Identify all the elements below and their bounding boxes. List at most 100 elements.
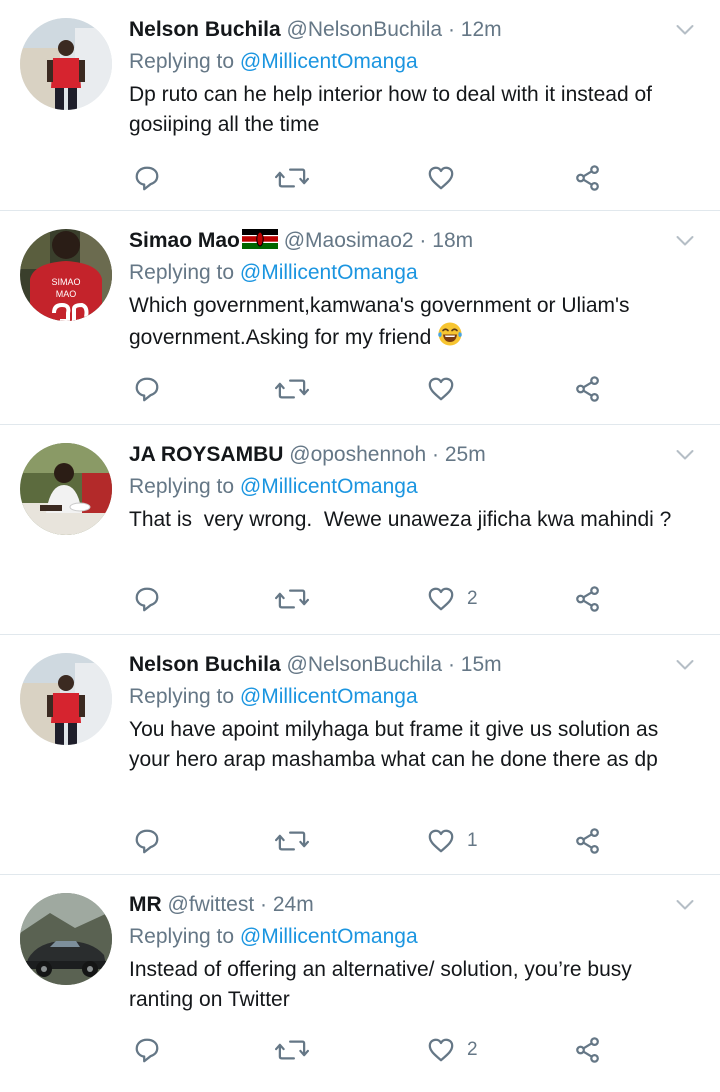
user-handle[interactable]: @fwittest bbox=[168, 893, 255, 916]
user-handle[interactable]: @NelsonBuchila bbox=[287, 653, 443, 676]
like-icon bbox=[427, 375, 455, 403]
replying-to: Replying to @MillicentOmanga bbox=[129, 471, 690, 503]
tweet[interactable]: JA ROYSAMBU @oposhennoh · 25m Replying t… bbox=[0, 425, 720, 635]
like-count: 2 bbox=[467, 1039, 478, 1060]
chevron-down-icon[interactable] bbox=[676, 659, 694, 671]
tweet-header: MR @fwittest · 24m bbox=[129, 889, 690, 921]
action-bar: 2 bbox=[0, 585, 720, 641]
retweet-button[interactable] bbox=[275, 585, 309, 613]
mention-link[interactable]: @MillicentOmanga bbox=[240, 261, 418, 284]
reply-button[interactable] bbox=[133, 164, 161, 192]
tweet-text: You have apoint milyhaga but frame it gi… bbox=[129, 718, 659, 771]
tweet-text: Instead of offering an alternative/ solu… bbox=[129, 958, 632, 1011]
display-name[interactable]: JA ROYSAMBU bbox=[129, 443, 283, 466]
mention-link[interactable]: @MillicentOmanga bbox=[240, 925, 418, 948]
like-count: 1 bbox=[467, 830, 478, 851]
reply-button[interactable] bbox=[133, 827, 161, 855]
mention-link[interactable]: @MillicentOmanga bbox=[240, 685, 418, 708]
jersey-text: MAO bbox=[56, 289, 77, 299]
chevron-down-icon[interactable] bbox=[676, 235, 694, 247]
tweet[interactable]: Nelson Buchila @NelsonBuchila · 15m Repl… bbox=[0, 635, 720, 875]
like-button[interactable]: 2 bbox=[427, 585, 478, 613]
like-icon bbox=[427, 164, 455, 192]
tweet-text: That is very wrong. Wewe unaweza jificha… bbox=[129, 508, 672, 531]
tweet[interactable]: Nelson Buchila @NelsonBuchila · 12m Repl… bbox=[0, 0, 720, 211]
user-handle[interactable]: @NelsonBuchila bbox=[287, 18, 443, 41]
mention-link[interactable]: @MillicentOmanga bbox=[240, 475, 418, 498]
timestamp[interactable]: 25m bbox=[445, 443, 486, 466]
avatar[interactable] bbox=[20, 18, 112, 110]
avatar[interactable]: SIMAO MAO bbox=[20, 229, 112, 321]
reply-feed: Nelson Buchila @NelsonBuchila · 12m Repl… bbox=[0, 0, 720, 1078]
retweet-icon bbox=[275, 827, 309, 855]
retweet-button[interactable] bbox=[275, 164, 309, 192]
avatar-image: SIMAO MAO bbox=[20, 229, 112, 321]
like-button[interactable]: 2 bbox=[427, 1036, 478, 1064]
timestamp[interactable]: 24m bbox=[273, 893, 314, 916]
separator-dot: · bbox=[432, 443, 440, 466]
mention-link[interactable]: @MillicentOmanga bbox=[240, 50, 418, 73]
tweet[interactable]: MR @fwittest · 24m Replying to @Millicen… bbox=[0, 875, 720, 1078]
replying-to: Replying to @MillicentOmanga bbox=[129, 681, 690, 713]
separator-dot: · bbox=[419, 229, 427, 252]
avatar[interactable] bbox=[20, 893, 112, 985]
reply-icon bbox=[133, 827, 161, 855]
like-icon bbox=[427, 585, 455, 613]
retweet-button[interactable] bbox=[275, 827, 309, 855]
timestamp[interactable]: 15m bbox=[461, 653, 502, 676]
tweet-header: Simao Mao @Maosimao2 · 18m bbox=[129, 225, 690, 257]
like-button[interactable]: 1 bbox=[427, 827, 478, 855]
avatar-image bbox=[20, 893, 112, 985]
timestamp[interactable]: 12m bbox=[461, 18, 502, 41]
replying-prefix: Replying to bbox=[129, 925, 235, 948]
like-count: 2 bbox=[467, 588, 478, 609]
reply-button[interactable] bbox=[133, 1036, 161, 1064]
like-button[interactable] bbox=[427, 375, 467, 403]
reply-icon bbox=[133, 375, 161, 403]
replying-prefix: Replying to bbox=[129, 261, 235, 284]
retweet-icon bbox=[275, 164, 309, 192]
avatar-image bbox=[20, 18, 112, 110]
avatar[interactable] bbox=[20, 653, 112, 745]
share-button[interactable] bbox=[574, 585, 602, 613]
like-button[interactable] bbox=[427, 164, 467, 192]
reply-button[interactable] bbox=[133, 585, 161, 613]
avatar[interactable] bbox=[20, 443, 112, 535]
tweet-text: Dp ruto can he help interior how to deal… bbox=[129, 83, 652, 136]
avatar-image bbox=[20, 443, 112, 535]
share-button[interactable] bbox=[574, 375, 602, 403]
user-handle[interactable]: @Maosimao2 bbox=[284, 229, 414, 252]
retweet-icon bbox=[275, 585, 309, 613]
share-icon bbox=[574, 585, 602, 613]
share-icon bbox=[574, 1036, 602, 1064]
reply-button[interactable] bbox=[133, 375, 161, 403]
replying-to: Replying to @MillicentOmanga bbox=[129, 46, 690, 78]
like-icon bbox=[427, 1036, 455, 1064]
retweet-button[interactable] bbox=[275, 375, 309, 403]
share-button[interactable] bbox=[574, 827, 602, 855]
user-handle[interactable]: @oposhennoh bbox=[289, 443, 426, 466]
share-button[interactable] bbox=[574, 164, 602, 192]
separator-dot: · bbox=[447, 18, 455, 41]
retweet-button[interactable] bbox=[275, 1036, 309, 1064]
laughing-tears-emoji-icon bbox=[438, 322, 462, 346]
share-button[interactable] bbox=[574, 1036, 602, 1064]
reply-icon bbox=[133, 1036, 161, 1064]
display-name[interactable]: Simao Mao bbox=[129, 229, 240, 252]
chevron-down-icon[interactable] bbox=[676, 24, 694, 36]
retweet-icon bbox=[275, 375, 309, 403]
replying-prefix: Replying to bbox=[129, 50, 235, 73]
display-name[interactable]: Nelson Buchila bbox=[129, 18, 281, 41]
share-icon bbox=[574, 164, 602, 192]
share-icon bbox=[574, 827, 602, 855]
chevron-down-icon[interactable] bbox=[676, 899, 694, 911]
timestamp[interactable]: 18m bbox=[432, 229, 473, 252]
chevron-down-icon[interactable] bbox=[676, 449, 694, 461]
replying-prefix: Replying to bbox=[129, 475, 235, 498]
replying-prefix: Replying to bbox=[129, 685, 235, 708]
tweet[interactable]: SIMAO MAO Simao Mao @Maosimao2 · 18m Rep… bbox=[0, 211, 720, 425]
tweet-header: Nelson Buchila @NelsonBuchila · 15m bbox=[129, 649, 690, 681]
tweet-header: Nelson Buchila @NelsonBuchila · 12m bbox=[129, 14, 690, 46]
display-name[interactable]: MR bbox=[129, 893, 162, 916]
display-name[interactable]: Nelson Buchila bbox=[129, 653, 281, 676]
